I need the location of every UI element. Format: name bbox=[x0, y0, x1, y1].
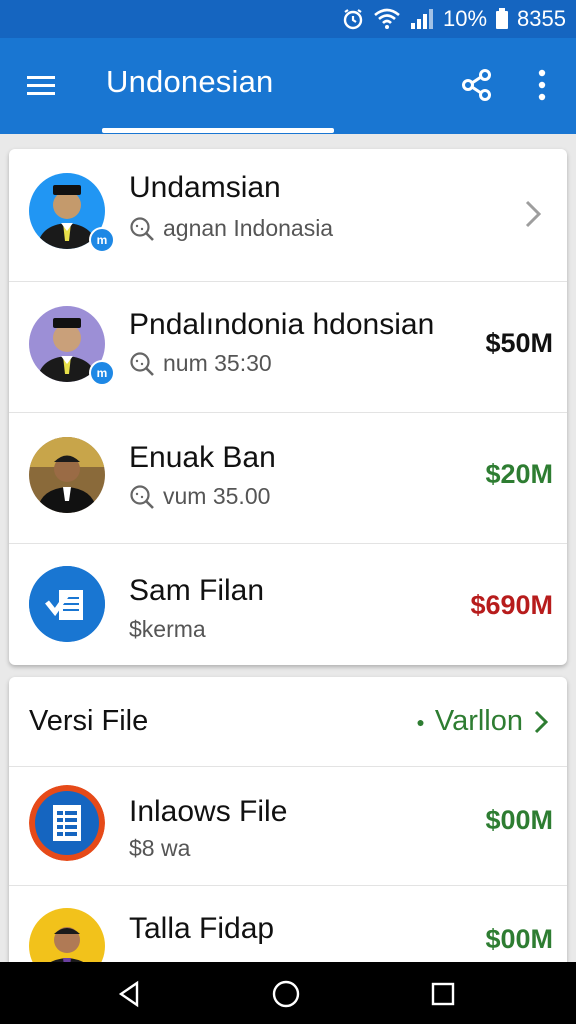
more-icon bbox=[538, 69, 546, 101]
item-amount: $00M bbox=[485, 805, 553, 835]
spreadsheet-file-icon bbox=[29, 785, 105, 861]
home-button[interactable] bbox=[271, 979, 301, 1009]
item-subtitle-text: vum 35.00 bbox=[163, 483, 271, 509]
signal-icon bbox=[409, 8, 435, 30]
version-file-card: Versi File ● Varllon Inlaows File $8 wa … bbox=[9, 677, 567, 977]
recents-button[interactable] bbox=[428, 979, 458, 1009]
contacts-card: m Undamsian agnan Indonasia m Pndalındon… bbox=[9, 149, 567, 665]
wifi-icon bbox=[373, 8, 401, 30]
chevron-right-icon bbox=[534, 710, 549, 733]
avatar bbox=[29, 437, 105, 513]
list-item[interactable]: Inlaows File $8 wa $00M bbox=[9, 767, 567, 886]
item-name: Sam Filan bbox=[129, 574, 265, 607]
back-button[interactable] bbox=[115, 979, 145, 1009]
section-action-label: Varllon bbox=[434, 705, 523, 737]
battery-percent: 10% bbox=[443, 6, 488, 31]
chevron-right-icon bbox=[525, 200, 542, 228]
item-name: Inlaows File bbox=[129, 795, 288, 828]
recents-icon bbox=[431, 982, 455, 1006]
app-title: Undonesian bbox=[106, 64, 274, 99]
list-item[interactable]: Enuak Ban vum 35.00 $20M bbox=[9, 413, 567, 544]
item-subtitle-text: $8 wa bbox=[129, 835, 191, 861]
file-check-icon bbox=[29, 566, 105, 642]
section-header: Versi File ● Varllon bbox=[9, 677, 567, 767]
item-subtitle-text: $kerma bbox=[129, 616, 206, 642]
item-name: Undamsian bbox=[129, 171, 281, 204]
menu-button[interactable] bbox=[26, 71, 56, 101]
badge-icon: m bbox=[89, 227, 115, 253]
item-amount: $50M bbox=[485, 328, 553, 358]
list-item[interactable]: Sam Filan $kerma $690M bbox=[9, 544, 567, 665]
item-subtitle: agnan Indonasia bbox=[129, 215, 333, 242]
list-item[interactable]: m Undamsian agnan Indonasia bbox=[9, 149, 567, 282]
home-icon bbox=[272, 980, 300, 1008]
tab-indicator bbox=[102, 128, 334, 133]
back-icon bbox=[118, 980, 139, 1008]
search-icon bbox=[130, 351, 154, 376]
item-name: Enuak Ban bbox=[129, 441, 276, 474]
item-name: Talla Fidap bbox=[129, 912, 275, 945]
badge-icon: m bbox=[89, 360, 115, 386]
dot-icon: ● bbox=[416, 713, 425, 730]
menu-icon bbox=[27, 76, 55, 95]
search-icon bbox=[130, 216, 154, 241]
battery-icon bbox=[495, 8, 509, 30]
search-icon bbox=[130, 484, 154, 509]
list-item[interactable]: m Pndalındonia hdonsian num 35:30 $50M bbox=[9, 282, 567, 413]
item-amount: $20M bbox=[485, 459, 553, 489]
share-button[interactable] bbox=[460, 68, 494, 102]
share-icon bbox=[462, 69, 491, 101]
alarm-icon bbox=[341, 7, 365, 31]
app-bar: Undonesian bbox=[0, 38, 576, 134]
item-subtitle-text: num 35:30 bbox=[163, 350, 272, 376]
more-options-button[interactable] bbox=[530, 68, 554, 102]
status-bar: 10% 8355 bbox=[0, 0, 576, 38]
item-subtitle: $kerma bbox=[129, 616, 206, 643]
item-subtitle: $8 wa bbox=[129, 835, 190, 862]
item-subtitle: num 35:30 bbox=[129, 350, 272, 377]
section-action-link[interactable]: ● Varllon bbox=[416, 705, 549, 738]
item-amount: $690M bbox=[470, 590, 553, 620]
clock: 8355 bbox=[517, 6, 566, 31]
item-name: Pndalındonia hdonsian bbox=[129, 308, 435, 341]
item-subtitle-text: agnan Indonasia bbox=[163, 215, 334, 241]
section-title: Versi File bbox=[29, 705, 149, 737]
item-amount: $00M bbox=[485, 924, 553, 954]
item-subtitle: vum 35.00 bbox=[129, 483, 270, 510]
system-nav-bar bbox=[0, 962, 576, 1024]
